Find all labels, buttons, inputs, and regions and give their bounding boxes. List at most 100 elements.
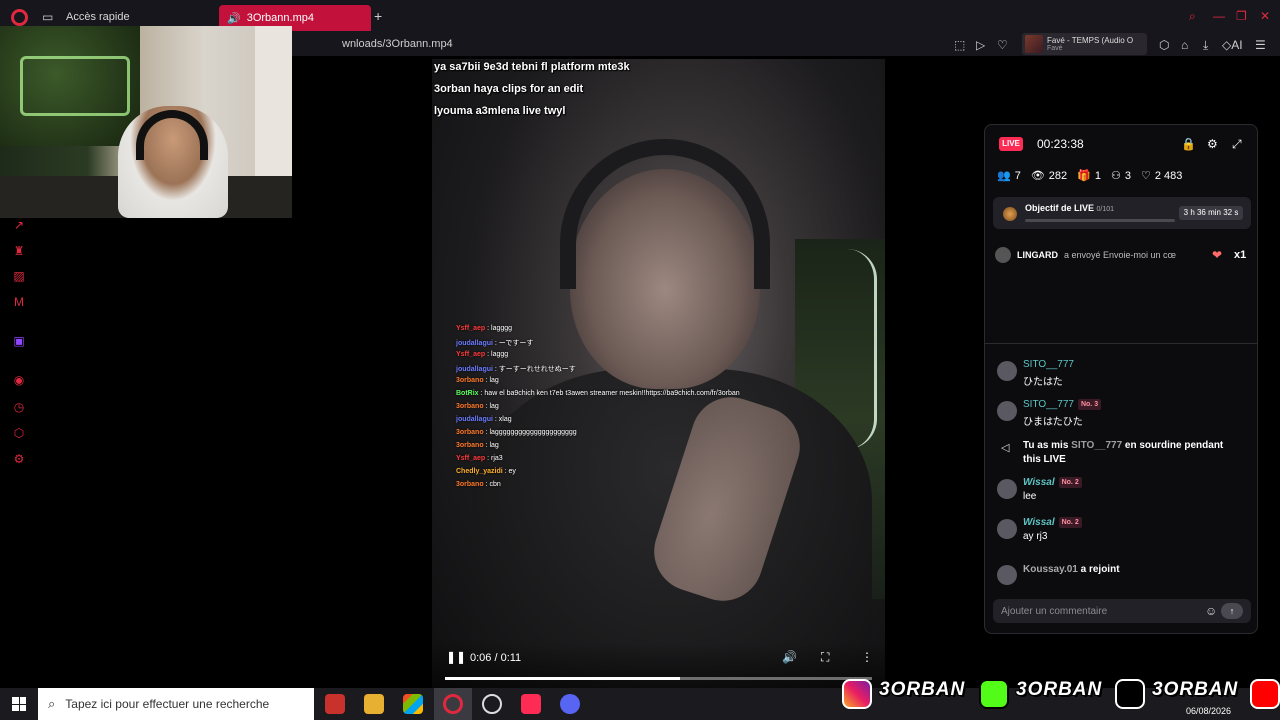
live-goal[interactable]: Objectif de LIVE 0/101 3 h 36 min 32 s xyxy=(993,197,1251,229)
instagram-icon xyxy=(842,679,872,709)
close-icon[interactable]: ✕ xyxy=(1260,9,1270,23)
more-options-icon[interactable]: ⋮ xyxy=(861,650,873,664)
opera-logo[interactable] xyxy=(11,9,28,26)
stream-chat-line: 3orbano : lag xyxy=(456,442,876,455)
comment-input[interactable] xyxy=(1001,604,1191,618)
video-progress-bar[interactable] xyxy=(445,677,872,680)
stream-chat-text: laggggggggggggggggggggg xyxy=(489,429,577,436)
stream-chat-line: Chedly_yazidi : ey xyxy=(456,468,876,481)
expand-icon[interactable]: ⤢ xyxy=(1232,137,1242,152)
search-icon[interactable]: ⌕ xyxy=(1189,9,1196,24)
taskbar-search[interactable]: ⌕ Tapez ici pour effectuer une recherche xyxy=(38,688,314,720)
file-explorer-icon[interactable] xyxy=(364,694,384,714)
opera-gx-taskbar-icon[interactable] xyxy=(443,694,463,714)
avatar[interactable] xyxy=(997,565,1017,585)
new-tab-button[interactable]: + xyxy=(374,8,382,24)
lock-icon[interactable]: 🔒 xyxy=(1181,137,1196,151)
chat-text: lee xyxy=(1023,491,1037,502)
avatar[interactable] xyxy=(995,247,1011,263)
music-player[interactable]: Favé - TEMPS (Audio O Favé xyxy=(1022,33,1147,55)
wallet-icon[interactable]: ⌂ xyxy=(1181,38,1188,52)
extensions-icon[interactable]: ⬡ xyxy=(1159,38,1169,52)
stream-chat-line: joudallagui : すーすーれせれせぬーす xyxy=(456,364,876,377)
stat-guests[interactable]: ⚇ 3 xyxy=(1111,169,1131,183)
snapshot-icon[interactable]: ⬚ xyxy=(954,38,965,52)
stream-chat-user: 3orbano xyxy=(456,442,484,449)
pause-icon[interactable]: ❚❚ xyxy=(446,650,466,664)
sidebar-flow-icon[interactable]: ▨ xyxy=(12,269,26,283)
chat-username-row[interactable]: Wissal No. 2 xyxy=(1023,477,1082,488)
minimize-icon[interactable]: — xyxy=(1213,9,1225,23)
stat-viewers[interactable]: 👁 282 xyxy=(1031,169,1067,183)
heart-icon[interactable]: ♡ xyxy=(997,38,1008,52)
stream-chat-user: BotRix xyxy=(456,390,479,397)
chat-username-row[interactable]: Wissal No. 2 xyxy=(1023,517,1082,528)
stat-gifts[interactable]: 🎁 1 xyxy=(1077,169,1101,183)
album-art xyxy=(1025,35,1043,53)
tab-snap-icon[interactable]: ▭ xyxy=(42,10,53,24)
search-icon: ⌕ xyxy=(48,696,56,711)
chat-username-row[interactable]: SITO__777 No. 3 xyxy=(1023,399,1102,410)
stat-users-value: 7 xyxy=(1014,169,1021,182)
stream-chat-line: joudallagui : xlag xyxy=(456,416,876,429)
sidebar-arrow-icon[interactable]: ↗ xyxy=(12,218,26,232)
stream-chat-text: lag xyxy=(489,403,499,410)
tiktok-live-icon[interactable] xyxy=(521,694,541,714)
stat-likes-value: 2 483 xyxy=(1154,169,1183,182)
heart-gift-icon: ❤ xyxy=(1212,248,1223,262)
music-artist: Favé xyxy=(1047,45,1063,52)
obs-icon[interactable] xyxy=(482,694,502,714)
twitch-icon[interactable]: ▣ xyxy=(12,334,26,348)
gift-user[interactable]: LINGARD xyxy=(1017,250,1058,260)
address-bar[interactable]: wnloads/3Orbann.mp4 xyxy=(342,38,453,50)
goal-count: 0/101 xyxy=(1096,206,1115,213)
join-text: Koussay.01 a rejoint xyxy=(1023,563,1243,577)
chat-username: Wissal xyxy=(1023,477,1055,488)
stat-users[interactable]: 👥 7 xyxy=(997,169,1021,183)
join-notice: Koussay.01 a rejoint xyxy=(997,563,1247,585)
live-elapsed: 00:23:38 xyxy=(1037,137,1084,151)
menu-icon[interactable]: ☰ xyxy=(1255,38,1266,52)
gear-icon[interactable]: ⚙ xyxy=(1207,137,1218,151)
avatar[interactable] xyxy=(997,479,1017,499)
stream-chat-user: Ysff_aep xyxy=(456,455,486,462)
avatar[interactable] xyxy=(997,401,1017,421)
windows-start-icon[interactable] xyxy=(12,697,26,711)
join-user[interactable]: Koussay.01 xyxy=(1023,564,1078,575)
mute-text: Tu as mis SITO__777 en sourdine pendant … xyxy=(1023,439,1243,467)
video-caption: lyouma a3mlena live twyl xyxy=(434,105,566,117)
stream-chat-line: Ysff_aep : lagggg xyxy=(456,325,876,338)
store-icon[interactable] xyxy=(403,694,423,714)
discord-icon[interactable] xyxy=(560,694,580,714)
ai-button[interactable]: ◇AI xyxy=(1222,38,1243,52)
sidebar-controller-icon[interactable]: ♜ xyxy=(12,244,26,258)
stream-chat-text: すーすーれせれせぬーす xyxy=(498,366,576,373)
avatar[interactable] xyxy=(997,361,1017,381)
sidebar-m-icon[interactable]: M xyxy=(12,295,26,309)
live-badge: LIVE xyxy=(999,137,1023,151)
stat-likes[interactable]: ♡ 2 483 xyxy=(1141,169,1183,183)
sidebar-record-icon[interactable]: ◉ xyxy=(12,373,26,387)
volume-icon[interactable]: 🔊 xyxy=(782,650,797,664)
download-icon[interactable]: ⤓ xyxy=(1203,38,1208,53)
stream-chat-line: 3orbano : cbn xyxy=(456,481,876,494)
chat-username[interactable]: SITO__777 xyxy=(1023,359,1074,370)
sidebar-cube-icon[interactable]: ⬡ xyxy=(12,426,26,440)
play-icon[interactable]: ▷ xyxy=(976,38,985,52)
users-icon: 👥 xyxy=(997,170,1011,182)
video-player[interactable]: ya sa7bii 9e3d tebni fl platform mte3k 3… xyxy=(432,59,885,688)
history-icon[interactable]: ◷ xyxy=(12,400,26,414)
fullscreen-icon[interactable]: ⛶ xyxy=(821,650,829,665)
avatar[interactable] xyxy=(997,519,1017,539)
stream-chat-text: lag xyxy=(489,442,499,449)
stream-chat-user: Chedly_yazidi xyxy=(456,468,503,475)
settings-icon[interactable]: ⚙ xyxy=(12,452,26,466)
emoji-icon[interactable]: ☺ xyxy=(1205,604,1217,618)
maximize-icon[interactable]: ❐ xyxy=(1236,9,1247,23)
stream-chat-line: 3orbano : laggggggggggggggggggggg xyxy=(456,429,876,442)
send-button[interactable]: ↑ xyxy=(1221,603,1243,619)
mute-user[interactable]: SITO__777 xyxy=(1071,440,1122,451)
ai-label: AI xyxy=(1231,38,1243,52)
social-handle-tiktok: 3ORBAN xyxy=(1152,679,1239,700)
voicemeeter-icon[interactable] xyxy=(325,694,345,714)
